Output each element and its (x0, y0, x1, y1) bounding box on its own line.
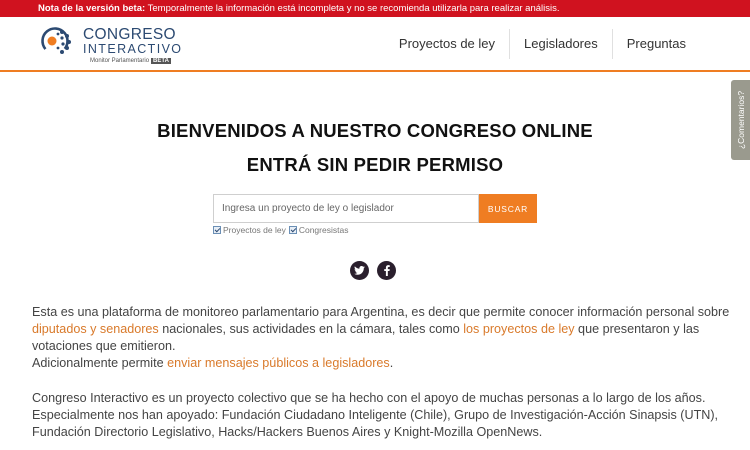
beta-notice-bar: Nota de la versión beta: Temporalmente l… (0, 0, 750, 17)
logo-tagline-text: Monitor Parlamentario (90, 58, 150, 64)
enviar-mensajes-link[interactable]: enviar mensajes públicos a legisladores (167, 356, 390, 370)
nav-item-proyectos[interactable]: Proyectos de ley (385, 29, 509, 59)
site-logo[interactable]: CONGRESO INTERACTIVO Monitor Parlamentar… (38, 23, 181, 67)
logo-tagline: Monitor Parlamentario BETA (90, 57, 171, 65)
main-nav: Proyectos de ley Legisladores Preguntas (385, 29, 700, 59)
intro-line-4-pre: Adicionalmente permite (32, 356, 168, 370)
filter-proyectos-checkbox[interactable] (213, 226, 221, 234)
intro-line-2: diputados y senadores nacionales, sus ac… (32, 321, 722, 338)
filter-proyectos[interactable]: Proyectos de ley (213, 225, 286, 235)
intro-line-1: Esta es una plataforma de monitoreo parl… (32, 305, 730, 319)
beta-notice-label: Nota de la versión beta: (38, 3, 146, 14)
filter-proyectos-label: Proyectos de ley (223, 225, 286, 235)
search-input[interactable] (213, 194, 479, 223)
feedback-tab-label: ¿Comentarios? (735, 90, 746, 150)
filter-congresistas[interactable]: Congresistas (288, 225, 349, 235)
hero-subtitle: ENTRÁ SIN PEDIR PERMISO (246, 154, 504, 175)
filter-congresistas-checkbox[interactable] (288, 226, 297, 234)
hero-title: BIENVENIDOS A NUESTRO CONGRESO ONLINE (157, 120, 593, 141)
beta-badge: BETA (151, 58, 171, 64)
intro-line-2-mid: nacionales, sus actividades en la cámara… (158, 322, 464, 336)
logo-title: CONGRESO (83, 26, 176, 43)
intro-line-4: Adicionalmente permite enviar mensajes p… (32, 355, 722, 372)
feedback-tab[interactable]: ¿Comentarios? (731, 80, 750, 160)
filter-congresistas-label: Congresistas (298, 225, 349, 235)
intro-line-2-end: que presentaron y las (574, 322, 700, 336)
about-line-3: Fundación Directorio Legislativo, Hacks/… (32, 425, 543, 439)
proyectos-de-ley-link[interactable]: los proyectos de ley (463, 322, 574, 336)
nav-item-legisladores[interactable]: Legisladores (509, 29, 612, 59)
twitter-icon[interactable] (350, 261, 369, 280)
nav-item-preguntas[interactable]: Preguntas (611, 29, 700, 59)
logo-mark-icon (41, 27, 71, 55)
about-line-1: Congreso Interactivo es un proyecto cole… (32, 391, 706, 405)
site-header: CONGRESO INTERACTIVO Monitor Parlamentar… (0, 17, 750, 72)
beta-notice-message: Temporalmente la información está incomp… (147, 3, 560, 14)
intro-line-4-post: . (389, 356, 394, 370)
intro-paragraph: Esta es una plataforma de monitoreo parl… (32, 304, 730, 372)
about-line-2: Especialmente nos han apoyado: Fundación… (32, 408, 719, 422)
search-filters: Proyectos de ley Congresistas (213, 225, 351, 235)
logo-subtitle: INTERACTIVO (83, 42, 183, 56)
diputados-senadores-link[interactable]: diputados y senadores (32, 322, 159, 336)
about-paragraph: Congreso Interactivo es un proyecto cole… (32, 390, 722, 441)
intro-line-3: votaciones que emitieron. (32, 339, 176, 353)
search-button[interactable]: BUSCAR (479, 194, 537, 223)
facebook-icon[interactable] (377, 261, 396, 280)
